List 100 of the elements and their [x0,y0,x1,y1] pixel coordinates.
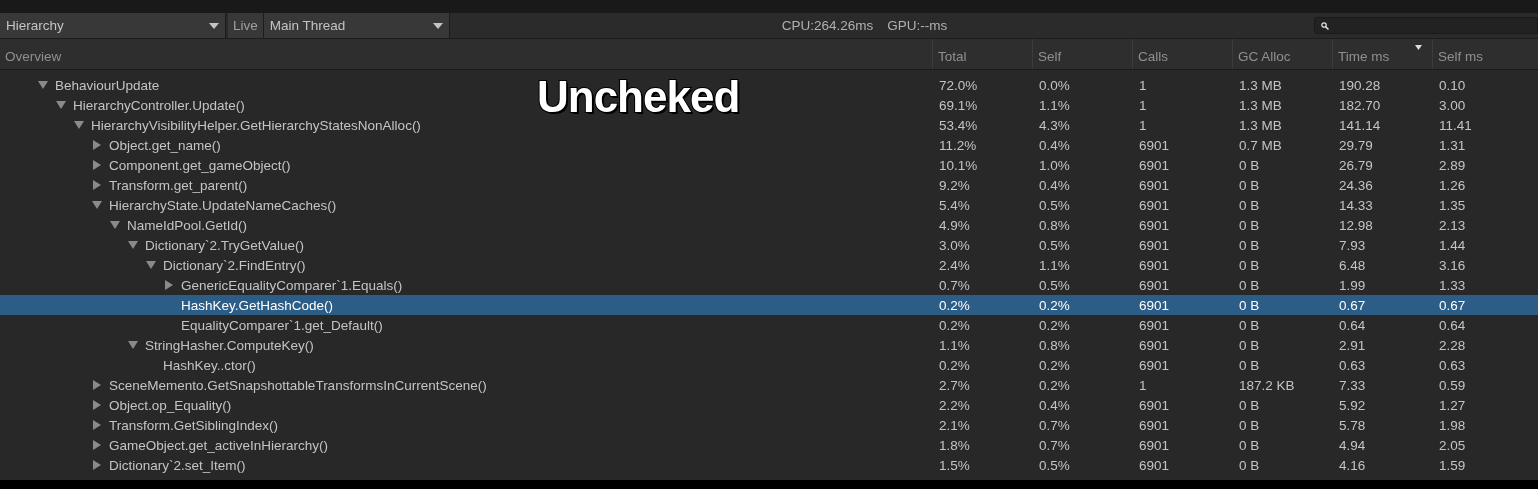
expand-arrow-icon[interactable] [56,100,66,110]
table-cell-text: 0.2% [938,317,971,333]
table-cell-text: 6901 [1138,197,1171,213]
table-cell-text: 2.28 [1438,337,1467,353]
table-cell-text: 9.2% [938,177,971,193]
table-cell-text: 2.13 [1438,217,1467,233]
table-cell-text: 0 B [1238,237,1261,253]
column-header[interactable]: Time ms [1332,39,1432,69]
table-cell-text: 0.2% [1038,317,1071,333]
function-name: Dictionary`2.TryGetValue() [145,237,305,253]
table-cell-text: 26.79 [1338,157,1374,173]
table-cell-text: 4.94 [1338,437,1367,453]
table-cell-text: 69.1% [938,97,979,113]
expand-arrow-icon[interactable] [74,120,84,130]
table-cell-text: 1 [1138,97,1148,113]
column-header[interactable]: Total [932,39,1032,69]
table-cell-text: 1.8% [938,437,971,453]
expand-arrow-icon[interactable] [92,420,102,430]
table-cell-text: 1.0% [1038,157,1071,173]
column-header[interactable]: Self [1032,39,1132,69]
table-cell-text: 1 [1138,117,1148,133]
expand-arrow-icon[interactable] [92,160,102,170]
function-name: GenericEqualityComparer`1.Equals() [181,277,403,293]
table-cell-text: 14.33 [1338,197,1374,213]
view-dropdown[interactable]: Hierarchy [0,13,226,38]
table-cell-text: 6901 [1138,297,1171,313]
live-button[interactable]: Live [228,13,264,38]
table-cell-text: 6901 [1138,357,1171,373]
table-cell-text: 3.00 [1438,97,1467,113]
table-cell-text: 1.98 [1438,417,1467,433]
table-cell-text: 0.64 [1338,317,1367,333]
expand-arrow-icon[interactable] [92,440,102,450]
expand-arrow-icon[interactable] [128,240,138,250]
table-cell-text: 0.5% [1038,237,1071,253]
table-cell-text: 0 B [1238,217,1261,233]
table-cell-text: 0.2% [1038,297,1071,313]
thread-dropdown[interactable]: Main Thread [263,13,450,38]
expand-arrow-icon[interactable] [92,180,102,190]
expand-arrow-icon[interactable] [92,380,102,390]
expand-arrow-icon[interactable] [92,200,102,210]
table-cell-text: 6901 [1138,257,1171,273]
table-cell-text: 6901 [1138,217,1171,233]
function-name: EqualityComparer`1.get_Default() [181,317,383,333]
column-header[interactable]: GC Alloc [1232,39,1332,69]
function-name: SceneMemento.GetSnapshottableTransformsInCurrentScene() [109,377,487,393]
expand-arrow-icon[interactable] [38,80,48,90]
search-icon [1321,21,1329,30]
sort-arrow-icon [1415,45,1422,50]
table-cell-text: 187.2 KB [1238,377,1296,393]
table-cell-text: 0.67 [1338,297,1367,313]
table-cell-text: 72.0% [938,77,979,93]
table-cell-text: 6901 [1138,457,1171,473]
table-cell-text: 2.91 [1338,337,1367,353]
table-cell-text: 190.28 [1338,77,1382,93]
cpu-time: CPU:264.26ms [781,18,874,33]
table-cell-text: 0.2% [938,297,971,313]
expand-arrow-icon[interactable] [110,220,120,230]
table-cell-text: 1 [1138,377,1148,393]
overlay-caption: Uncheked [537,72,740,122]
table-cell-text: 0.67 [1438,297,1467,313]
search-field[interactable] [1314,17,1538,34]
table-cell-text: 0.8% [1038,217,1071,233]
expand-arrow-icon[interactable] [92,460,102,470]
table-cell-text: 5.78 [1338,417,1367,433]
function-name: NameIdPool.GetId() [127,217,248,233]
column-header[interactable]: Calls [1132,39,1232,69]
table-cell-text: 0.63 [1438,357,1467,373]
table-cell-text: 3.0% [938,237,971,253]
table-cell-text: 0.2% [938,357,971,373]
table-cell-text: 2.1% [938,417,971,433]
function-name: BehaviourUpdate [55,77,160,93]
table-cell-text: 0.4% [1038,397,1071,413]
table-cell-text: 6901 [1138,397,1171,413]
table-cell-text: 5.4% [938,197,971,213]
table-cell-text: 0 B [1238,397,1261,413]
column-header[interactable]: Overview [0,39,932,69]
table-cell-text: 0 B [1238,457,1261,473]
table-cell-text: 53.4% [938,117,979,133]
table-cell-text: 1.5% [938,457,971,473]
table-cell-text: 2.89 [1438,157,1467,173]
expand-arrow-icon[interactable] [92,400,102,410]
table-cell-text: 0 B [1238,337,1261,353]
column-header[interactable]: Self ms [1432,39,1532,69]
table-cell-text: 6901 [1138,277,1171,293]
table-cell-text: 0.7% [1038,417,1071,433]
table-cell-text: 0.7 MB [1238,137,1283,153]
table-cell-text: 1.33 [1438,277,1467,293]
table-cell-text: 1.1% [1038,257,1071,273]
table-cell-text: 6901 [1138,237,1171,253]
expand-arrow-icon[interactable] [128,340,138,350]
table-cell-text: 1.3 MB [1238,97,1283,113]
selected-row[interactable]: HashKey.GetHashCode() 0.2% 0.2% 6901 0 B 0.67 0.67 [0,295,1538,315]
table-cell-text: 7.93 [1338,237,1367,253]
table-cell-text: 0 B [1238,297,1261,313]
expand-arrow-icon[interactable] [92,140,102,150]
table-cell-text: 0.0% [1038,77,1071,93]
function-name: GameObject.get_activeInHierarchy() [109,437,329,453]
function-name: HashKey.GetHashCode() [181,297,334,313]
expand-arrow-icon[interactable] [146,260,156,270]
expand-arrow-icon[interactable] [164,280,174,290]
